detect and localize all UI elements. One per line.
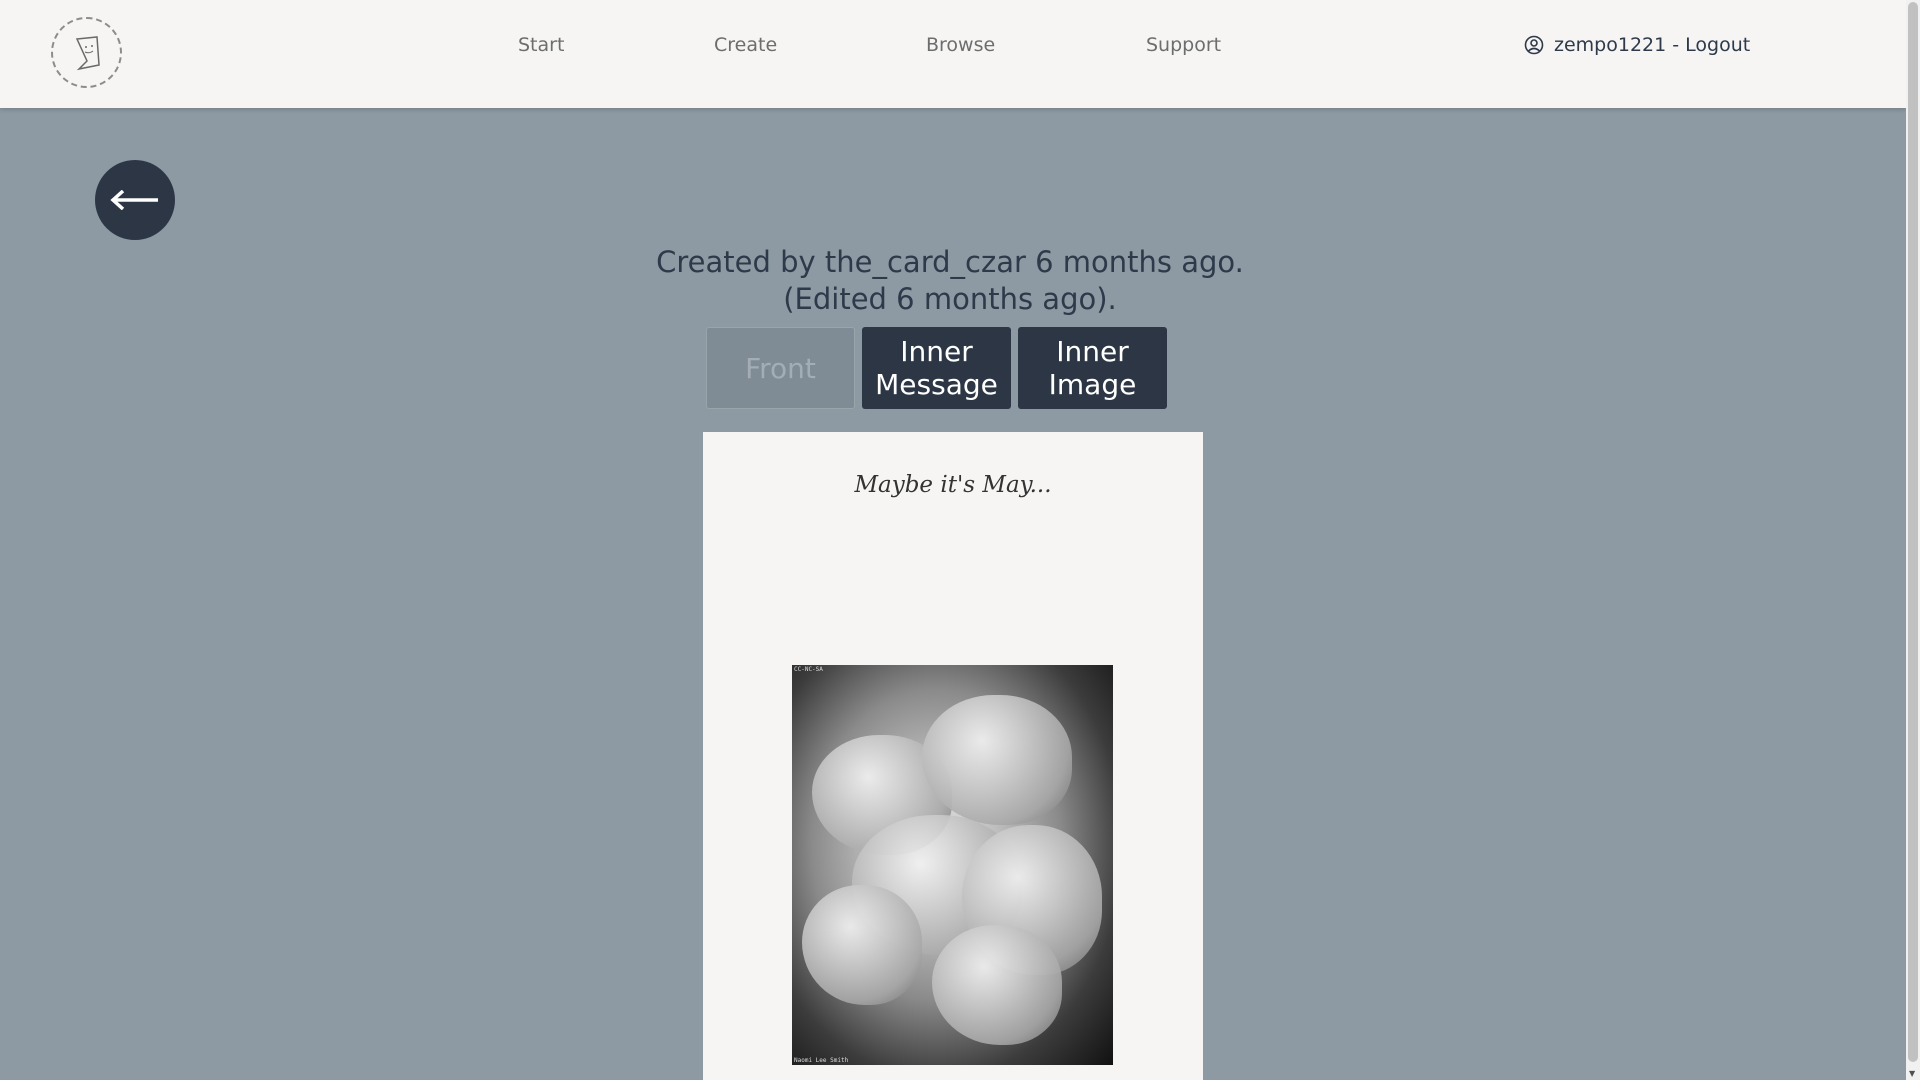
user-logout-link[interactable]: zempo1221 - Logout: [1524, 34, 1750, 56]
scroll-down-icon[interactable]: ▼: [1909, 1069, 1915, 1078]
tab-inner-image-label: Inner Image: [1048, 335, 1137, 401]
card-meta-info: Created by the_card_czar 6 months ago. (…: [560, 244, 1340, 318]
scrollbar-thumb[interactable]: [1908, 2, 1918, 1062]
nav-start-link[interactable]: Start: [518, 34, 564, 56]
card-preview: Maybe it's May... CC-NC-SA Naomi Lee Smi…: [703, 432, 1203, 1080]
vertical-scrollbar[interactable]: ▼: [1906, 0, 1920, 1080]
petal: [802, 885, 922, 1005]
tab-inner-message[interactable]: Inner Message: [862, 327, 1011, 409]
image-credit-text: Naomi Lee Smith: [794, 1057, 849, 1064]
tab-inner-message-label: Inner Message: [875, 335, 998, 401]
tab-front-label: Front: [745, 351, 816, 385]
petal: [932, 925, 1062, 1045]
logo[interactable]: [51, 17, 122, 88]
user-circle-icon: [1524, 35, 1544, 55]
page: Start Create Browse Support zempo1221 - …: [0, 0, 1920, 1080]
created-by-text: Created by the_card_czar 6 months ago.: [656, 245, 1244, 279]
nav-support-link[interactable]: Support: [1146, 34, 1221, 56]
tab-front[interactable]: Front: [706, 327, 855, 409]
card-flower-image: CC-NC-SA Naomi Lee Smith: [792, 665, 1113, 1065]
arrow-left-icon: [110, 190, 158, 210]
image-license-text: CC-NC-SA: [794, 666, 823, 673]
user-logout-label: zempo1221 - Logout: [1554, 34, 1751, 56]
card-logo-icon: [75, 35, 100, 70]
edited-text: (Edited 6 months ago).: [783, 282, 1117, 316]
nav-create-link[interactable]: Create: [714, 34, 777, 56]
tab-inner-image[interactable]: Inner Image: [1018, 327, 1167, 409]
top-nav-bar: Start Create Browse Support zempo1221 - …: [0, 0, 1906, 108]
card-message-text: Maybe it's May...: [854, 472, 1052, 498]
nav-browse-link[interactable]: Browse: [926, 34, 995, 56]
back-button[interactable]: [95, 160, 175, 240]
